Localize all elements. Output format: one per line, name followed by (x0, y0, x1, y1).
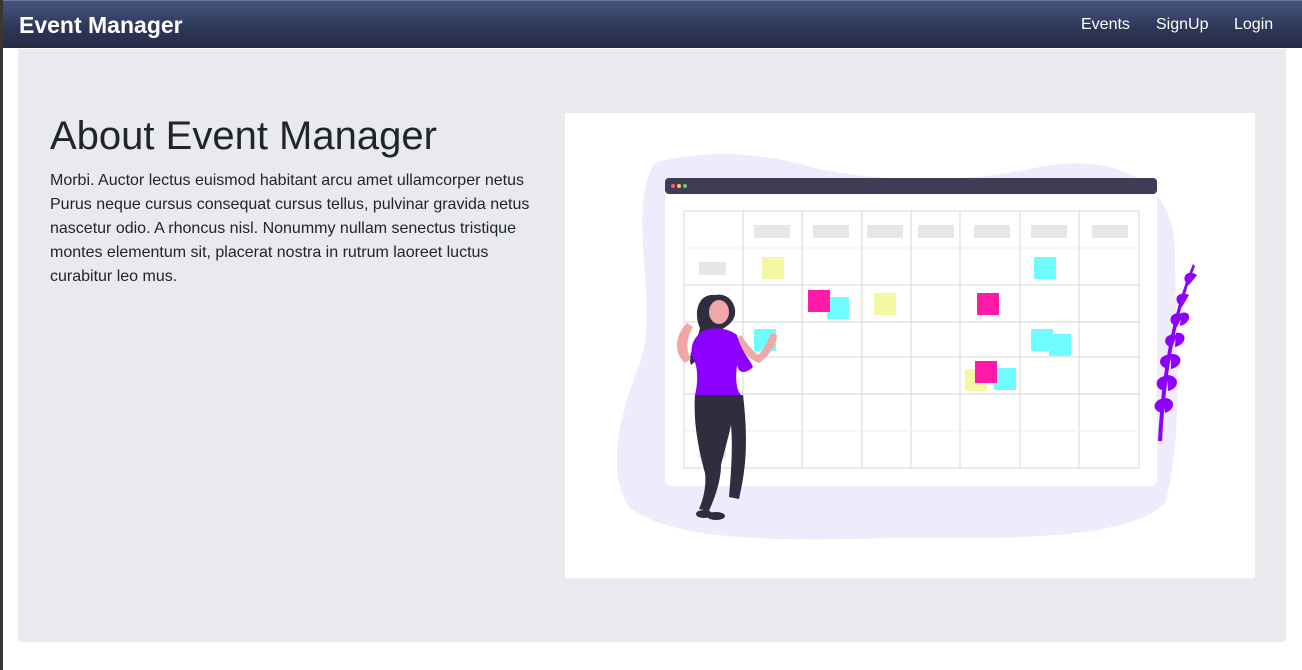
about-description: Morbi. Auctor lectus euismod habitant ar… (50, 172, 530, 285)
window-edge (0, 0, 3, 670)
calendar-illustration (565, 113, 1255, 578)
woman-face (709, 300, 729, 324)
sticky-note-yellow (874, 293, 896, 315)
sticky-note-cyan (1049, 334, 1071, 356)
nav-link-login[interactable]: Login (1234, 15, 1273, 35)
brand-link[interactable]: Event Manager (19, 11, 183, 39)
top-navbar: Event Manager Events SignUp Login (3, 0, 1302, 48)
nav-link-signup[interactable]: SignUp (1156, 15, 1208, 35)
window-dot-yellow (677, 184, 681, 188)
sticky-note-yellow (762, 257, 784, 279)
about-title: About Event Manager (50, 114, 437, 158)
calendar-window-titlebar (665, 178, 1157, 194)
calendar-illustration-svg (616, 153, 1197, 540)
sticky-note-cyan (1034, 257, 1056, 279)
about-jumbotron: About Event Manager Morbi. Auctor lectus… (18, 49, 1286, 642)
nav-link-events[interactable]: Events (1081, 15, 1130, 35)
sticky-note-pink (808, 290, 830, 312)
window-dot-green (683, 184, 687, 188)
sticky-note-pink (977, 293, 999, 315)
sticky-note-cyan (827, 297, 849, 319)
sticky-note-pink (975, 361, 997, 383)
window-dot-red (671, 184, 675, 188)
sticky-note-cyan (994, 368, 1016, 390)
woman-shoe-right (707, 512, 725, 520)
